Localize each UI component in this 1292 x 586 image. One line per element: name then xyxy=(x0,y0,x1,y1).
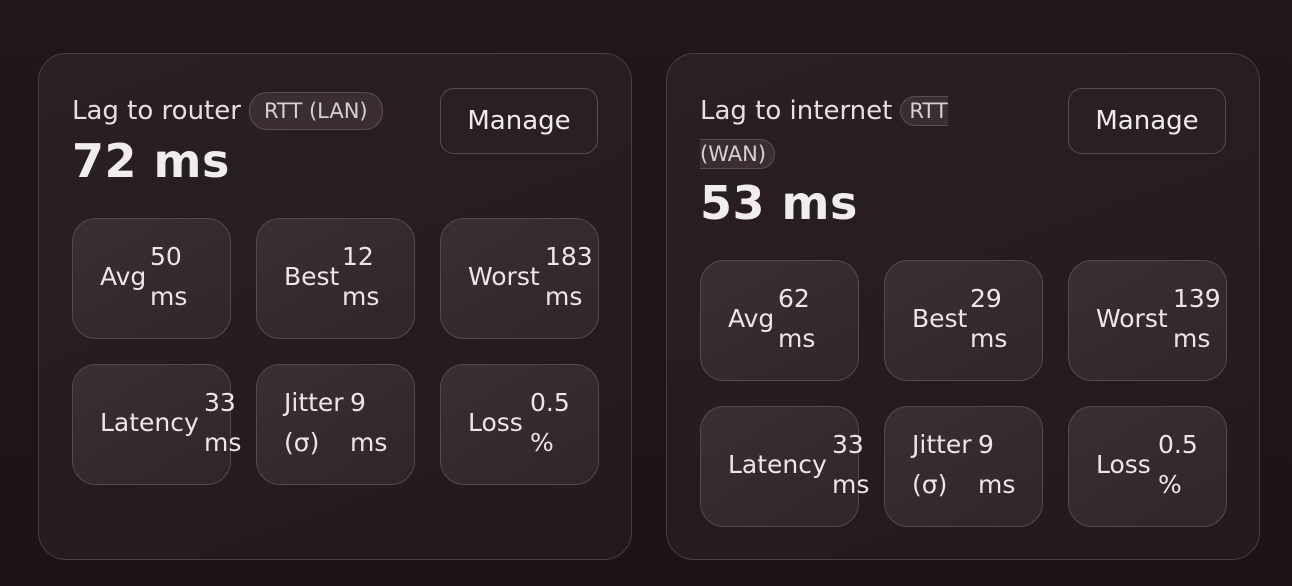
stat-value: 139 xyxy=(1173,284,1221,313)
stat-value: 29 xyxy=(970,284,1002,313)
internet-lag-card: Lag to internet RTT (WAN) 53 ms Manage Av… xyxy=(666,53,1260,560)
stat-tile-best: Best 12 ms xyxy=(256,218,415,339)
card-title: Lag to internet xyxy=(700,96,893,126)
lag-value: 72 ms xyxy=(72,134,230,188)
stat-tile-loss: Loss 0.5 % xyxy=(440,364,599,485)
stat-tile-best: Best 29 ms xyxy=(884,260,1043,381)
stat-tile-avg: Avg 50 ms xyxy=(72,218,231,339)
stat-unit: ms xyxy=(545,282,583,311)
stat-tile-worst: Worst 139 ms xyxy=(1068,260,1227,381)
stat-tile-worst: Worst 183 ms xyxy=(440,218,599,339)
stat-label: Avg xyxy=(728,304,775,333)
stat-value: 62 xyxy=(778,284,810,313)
stat-tile-latency: Latency 33 ms xyxy=(700,406,869,527)
stat-unit: % xyxy=(530,428,554,457)
stat-label: Worst xyxy=(468,262,540,291)
stat-tile-jitter: Jitter (σ) 9 ms xyxy=(256,364,415,485)
stat-unit: ms xyxy=(778,324,816,353)
stat-label: Avg xyxy=(100,262,147,291)
stat-value: 9 xyxy=(978,430,994,459)
lag-value: 53 ms xyxy=(700,176,858,230)
stat-label: Loss xyxy=(468,408,523,437)
stat-unit: % xyxy=(1158,470,1182,499)
stat-value: 183 xyxy=(545,242,593,271)
stat-unit: ms xyxy=(350,428,388,457)
stat-label: Worst xyxy=(1096,304,1168,333)
stat-label: Jitter xyxy=(912,430,972,459)
card-title: Lag to router xyxy=(72,96,241,126)
manage-button[interactable]: Manage xyxy=(440,88,598,154)
stat-unit: ms xyxy=(204,428,242,457)
stat-value: 33 xyxy=(832,430,864,459)
stat-label-sigma: (σ) xyxy=(284,428,320,457)
stat-label: Latency xyxy=(728,450,827,479)
stat-unit: ms xyxy=(978,470,1016,499)
stat-unit: ms xyxy=(970,324,1008,353)
stat-value: 0.5 xyxy=(530,388,570,417)
stat-tile-avg: Avg 62 ms xyxy=(700,260,859,381)
card-header: Lag to router RTT (LAN) xyxy=(72,90,392,133)
manage-button[interactable]: Manage xyxy=(1068,88,1226,154)
stat-unit: ms xyxy=(832,470,870,499)
stat-unit: ms xyxy=(342,282,380,311)
router-lag-card: Lag to router RTT (LAN) 72 ms Manage Avg … xyxy=(38,53,632,560)
stat-value: 12 xyxy=(342,242,374,271)
stat-tile-jitter: Jitter (σ) 9 ms xyxy=(884,406,1043,527)
stat-value: 0.5 xyxy=(1158,430,1198,459)
stat-unit: ms xyxy=(150,282,188,311)
stat-label: Best xyxy=(284,262,340,291)
card-header: Lag to internet RTT (WAN) xyxy=(700,90,970,176)
stat-tile-latency: Latency 33 ms xyxy=(72,364,241,485)
stat-tile-loss: Loss 0.5 % xyxy=(1068,406,1227,527)
stat-label: Best xyxy=(912,304,968,333)
stat-label: Loss xyxy=(1096,450,1151,479)
stat-value: 33 xyxy=(204,388,236,417)
stat-label: Latency xyxy=(100,408,199,437)
stat-unit: ms xyxy=(1173,324,1211,353)
stat-label: Jitter xyxy=(284,388,344,417)
stat-value: 50 xyxy=(150,242,182,271)
rtt-chip: RTT (LAN) xyxy=(248,92,383,130)
stat-label-sigma: (σ) xyxy=(912,470,948,499)
stat-value: 9 xyxy=(350,388,366,417)
